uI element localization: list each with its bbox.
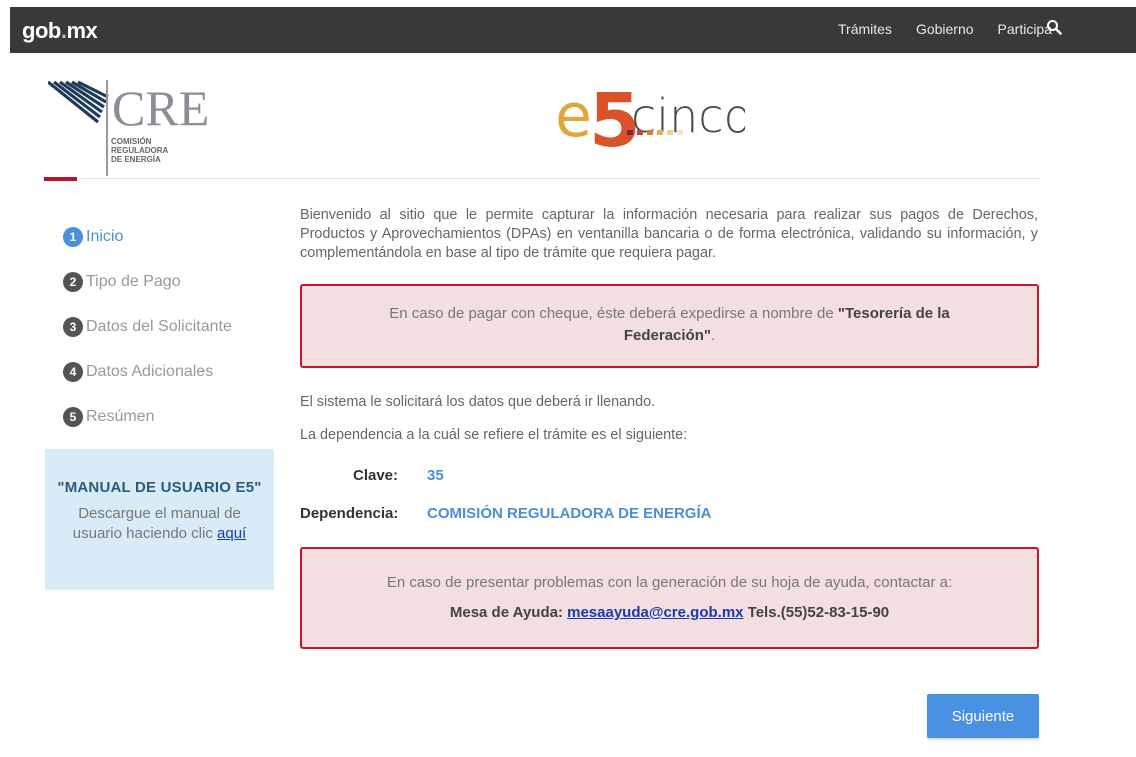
- help-alert: En caso de presentar problemas con la ge…: [300, 547, 1039, 649]
- gobmx-logo[interactable]: gob.mx: [22, 18, 98, 44]
- svg-text:e: e: [555, 81, 592, 150]
- step-label: Tipo de Pago: [86, 272, 181, 290]
- step-label: Inicio: [86, 227, 124, 245]
- step-number-1: 1: [63, 226, 83, 247]
- nav-gobierno[interactable]: Gobierno: [916, 21, 974, 37]
- top-navbar: gob.mx Trámites Gobierno Participa: [10, 7, 1136, 53]
- cheque-alert: En caso de pagar con cheque, éste deberá…: [300, 284, 1039, 368]
- cre-logo-text: CRE: [112, 80, 208, 136]
- step-label: Datos del Solicitante: [86, 317, 232, 335]
- help-contact: Mesa de Ayuda: mesaayuda@cre.gob.mx Tels…: [449, 604, 890, 621]
- clave-value: 35: [427, 467, 444, 484]
- svg-text:REGULADORA: REGULADORA: [111, 146, 169, 155]
- cre-logo: CRE COMISIÓN REGULADORA DE ENERGÍA: [48, 80, 208, 176]
- step-label: Datos Adicionales: [86, 362, 214, 380]
- step-label: Resúmen: [86, 407, 155, 425]
- user-manual-box: "MANUAL DE USUARIO E5" Descargue el manu…: [45, 449, 274, 590]
- next-button[interactable]: Siguiente: [927, 694, 1039, 738]
- manual-title: "MANUAL DE USUARIO E5": [57, 479, 262, 496]
- step-datos-del-solicitante[interactable]: 3 Datos del Solicitante: [63, 304, 232, 349]
- dependencia-value: COMISIÓN REGULADORA DE ENERGÍA: [427, 505, 712, 522]
- nav-tramites[interactable]: Trámites: [838, 21, 892, 37]
- system-info-text: El sistema le solicitará los datos que d…: [300, 394, 656, 410]
- step-number-4: 4: [63, 361, 83, 382]
- e5cinco-logo: e 5 cinco: [555, 78, 745, 150]
- help-alert-text: En caso de presentar problemas con la ge…: [386, 574, 953, 591]
- dependencia-label: Dependencia:: [300, 505, 399, 522]
- manual-download-link[interactable]: aquí: [217, 525, 246, 542]
- manual-description: Descargue el manual de usuario haciendo …: [72, 505, 247, 542]
- top-nav: Trámites Gobierno Participa: [838, 21, 1052, 37]
- step-resumen[interactable]: 5 Resúmen: [63, 394, 232, 439]
- step-number-2: 2: [63, 271, 83, 292]
- step-number-3: 3: [63, 316, 83, 337]
- header-divider: [80, 178, 1040, 179]
- step-inicio[interactable]: 1 Inicio: [63, 214, 232, 259]
- svg-text:DE ENERGÍA: DE ENERGÍA: [111, 155, 161, 164]
- step-datos-adicionales[interactable]: 4 Datos Adicionales: [63, 349, 232, 394]
- wizard-steps: 1 Inicio 2 Tipo de Pago 3 Datos del Soli…: [63, 214, 232, 439]
- step-tipo-de-pago[interactable]: 2 Tipo de Pago: [63, 259, 232, 304]
- step-number-5: 5: [63, 406, 83, 427]
- help-email-link[interactable]: mesaayuda@cre.gob.mx: [567, 604, 743, 621]
- search-icon[interactable]: [1046, 19, 1062, 35]
- nav-participa[interactable]: Participa: [998, 21, 1052, 37]
- svg-text:COMISIÓN: COMISIÓN: [111, 137, 152, 146]
- clave-label: Clave:: [353, 467, 399, 484]
- intro-text: Bienvenido al sitio que le permite captu…: [300, 207, 1038, 261]
- dependency-info-text: La dependencia a la cuál se refiere el t…: [300, 427, 688, 443]
- header-accent-bar: [44, 177, 77, 181]
